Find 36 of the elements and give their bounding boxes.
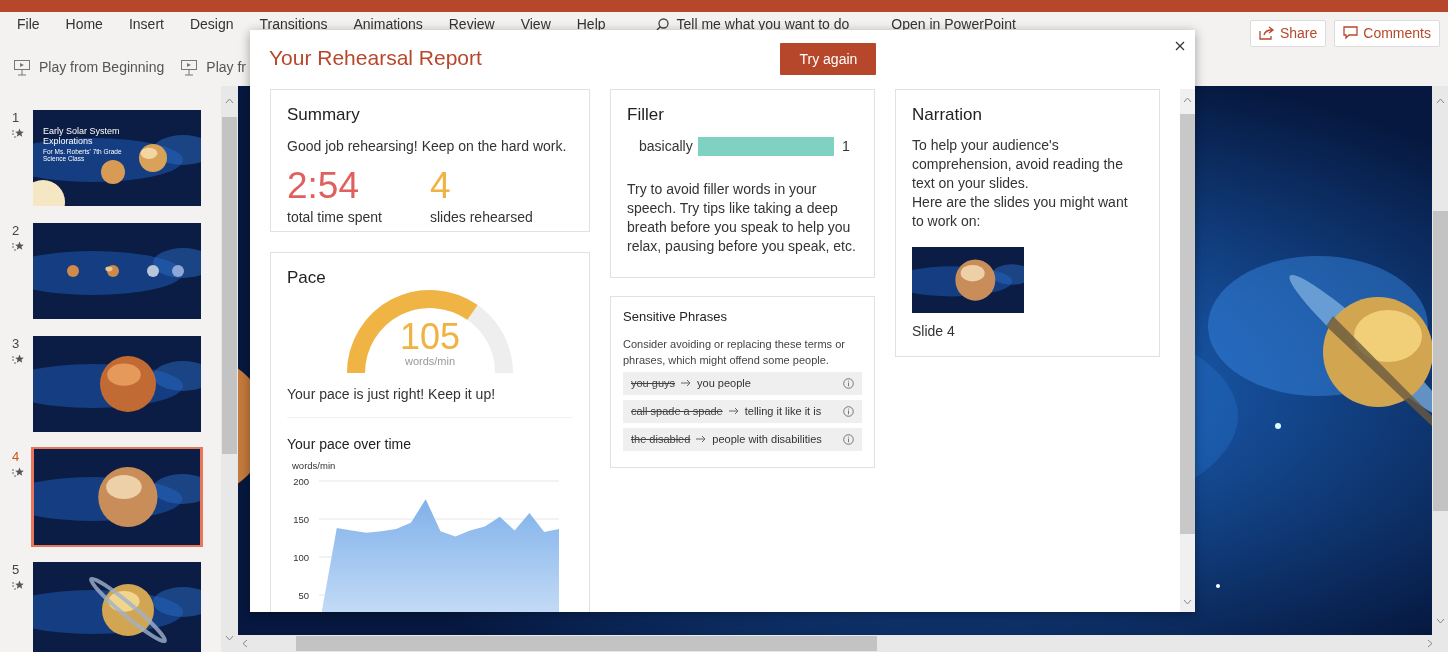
close-icon[interactable]: [1175, 41, 1185, 51]
toolbar-button[interactable]: Play from Beginning: [39, 56, 165, 78]
share-button[interactable]: Share: [1249, 19, 1327, 47]
comments-button[interactable]: Comments: [1334, 19, 1440, 47]
slide-number: 1: [12, 109, 21, 127]
slide-title: Early Solar System Explorations: [43, 126, 121, 146]
slide-number: 4: [12, 448, 21, 466]
animation-star-icon: [12, 466, 24, 477]
animation-star-icon: [12, 353, 24, 364]
animation-star-icon: [12, 127, 24, 138]
ribbon-tab[interactable]: Home: [65, 14, 103, 35]
search-icon[interactable]: [655, 18, 669, 31]
scroll-down-icon[interactable]: [1435, 618, 1445, 625]
slide-number: 3: [12, 335, 21, 353]
animation-star-icon: [12, 240, 24, 251]
presenter-icon[interactable]: [180, 58, 199, 76]
animation-star-icon: [12, 579, 24, 590]
comment-icon: [1343, 26, 1359, 40]
ribbon-tab[interactable]: File: [17, 14, 40, 35]
scroll-left-icon[interactable]: [242, 639, 248, 648]
scroll-up-icon[interactable]: [1435, 98, 1445, 105]
share-icon: [1258, 26, 1275, 40]
ribbon-tab[interactable]: Design: [189, 14, 234, 35]
slide-number: 5: [12, 561, 21, 579]
ribbon-tab[interactable]: Insert: [128, 14, 164, 35]
scroll-up-icon[interactable]: [225, 98, 234, 105]
dialog-title: Your Rehearsal Report: [268, 45, 482, 71]
scroll-right-icon[interactable]: [1427, 639, 1433, 648]
toolbar-button[interactable]: Play fr: [206, 56, 246, 78]
try-again-button[interactable]: Try again: [780, 43, 877, 75]
scrollbar[interactable]: [221, 86, 238, 652]
scroll-down-icon[interactable]: [225, 635, 234, 642]
presenter-icon[interactable]: [13, 58, 31, 76]
slide-number: 2: [12, 222, 21, 240]
scrollbar[interactable]: [238, 635, 1448, 652]
scrollbar[interactable]: [1432, 86, 1448, 635]
